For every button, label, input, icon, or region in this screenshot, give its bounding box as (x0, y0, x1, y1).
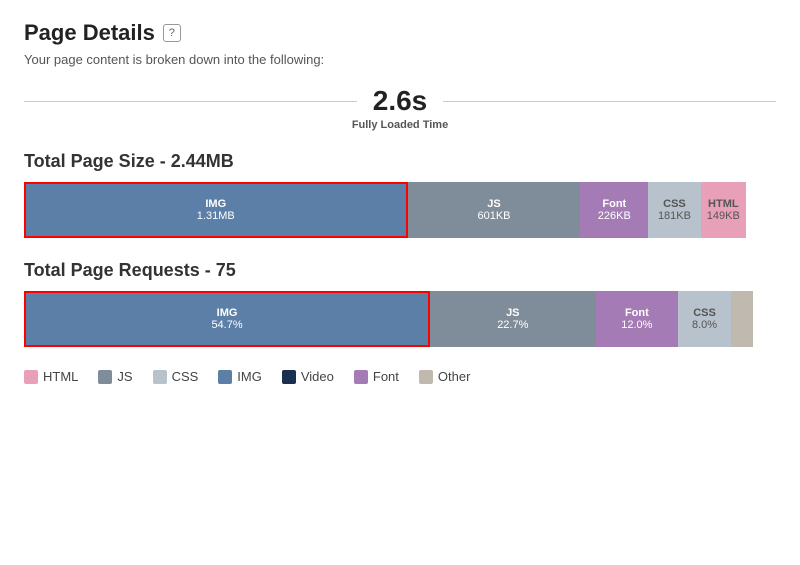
bar-segment-font[interactable]: Font12.0% (596, 291, 679, 347)
legend-color-js (98, 370, 112, 384)
bar-segment-other[interactable] (731, 291, 754, 347)
segment-label: JS (487, 198, 500, 210)
legend-color-other (419, 370, 433, 384)
segment-value: 226KB (598, 210, 631, 222)
page-title: Page Details (24, 20, 155, 46)
bar-segment-font[interactable]: Font226KB (580, 182, 648, 238)
size-section-header: Total Page Size - 2.44MB (24, 151, 776, 172)
size-bar[interactable]: IMG1.31MBJS601KBFont226KBCSS181KBHTML149… (24, 182, 776, 238)
requests-section-header: Total Page Requests - 75 (24, 260, 776, 281)
legend-label: Other (438, 369, 471, 384)
legend-label: CSS (172, 369, 199, 384)
page-title-row: Page Details ? (24, 20, 776, 46)
segment-label: IMG (205, 198, 226, 210)
bar-segment-css[interactable]: CSS8.0% (678, 291, 731, 347)
legend-color-html (24, 370, 38, 384)
legend-color-video (282, 370, 296, 384)
legend-label: Font (373, 369, 399, 384)
segment-label: Font (602, 198, 626, 210)
segment-value: 149KB (707, 210, 740, 222)
segment-value: 601KB (477, 210, 510, 222)
timer-line: 2.6s (24, 85, 776, 117)
legend-item-js: JS (98, 369, 132, 384)
bar-segment-js[interactable]: JS601KB (408, 182, 581, 238)
segment-label: CSS (693, 307, 716, 319)
timer-line-right (443, 101, 776, 102)
legend-item-html: HTML (24, 369, 78, 384)
segment-label: JS (506, 307, 519, 319)
legend-color-img (218, 370, 232, 384)
legend-label: JS (117, 369, 132, 384)
bar-segment-css[interactable]: CSS181KB (648, 182, 701, 238)
bar-segment-img[interactable]: IMG54.7% (24, 291, 430, 347)
subtitle: Your page content is broken down into th… (24, 52, 776, 67)
segment-value: 1.31MB (197, 210, 235, 222)
segment-value: 54.7% (211, 319, 242, 331)
requests-bar[interactable]: IMG54.7%JS22.7%Font12.0%CSS8.0% (24, 291, 776, 347)
legend-label: Video (301, 369, 334, 384)
segment-value: 12.0% (621, 319, 652, 331)
timer-label: Fully Loaded Time (24, 119, 776, 131)
legend-item-other: Other (419, 369, 471, 384)
legend-item-font: Font (354, 369, 399, 384)
segment-label: HTML (708, 198, 739, 210)
segment-label: IMG (217, 307, 238, 319)
legend-label: IMG (237, 369, 262, 384)
segment-value: 181KB (658, 210, 691, 222)
segment-value: 22.7% (497, 319, 528, 331)
timer-line-left (24, 101, 357, 102)
bar-segment-html[interactable]: HTML149KB (701, 182, 746, 238)
bar-segment-img[interactable]: IMG1.31MB (24, 182, 408, 238)
segment-label: Font (625, 307, 649, 319)
legend-item-css: CSS (153, 369, 199, 384)
legend-color-font (354, 370, 368, 384)
segment-value: 8.0% (692, 319, 717, 331)
legend-item-img: IMG (218, 369, 262, 384)
timer-section: 2.6s Fully Loaded Time (24, 85, 776, 131)
help-badge[interactable]: ? (163, 24, 181, 42)
legend-item-video: Video (282, 369, 334, 384)
bar-segment-js[interactable]: JS22.7% (430, 291, 595, 347)
legend-label: HTML (43, 369, 78, 384)
legend: HTML JS CSS IMG Video Font Other (24, 369, 776, 384)
segment-label: CSS (663, 198, 686, 210)
legend-color-css (153, 370, 167, 384)
timer-value: 2.6s (357, 85, 444, 117)
